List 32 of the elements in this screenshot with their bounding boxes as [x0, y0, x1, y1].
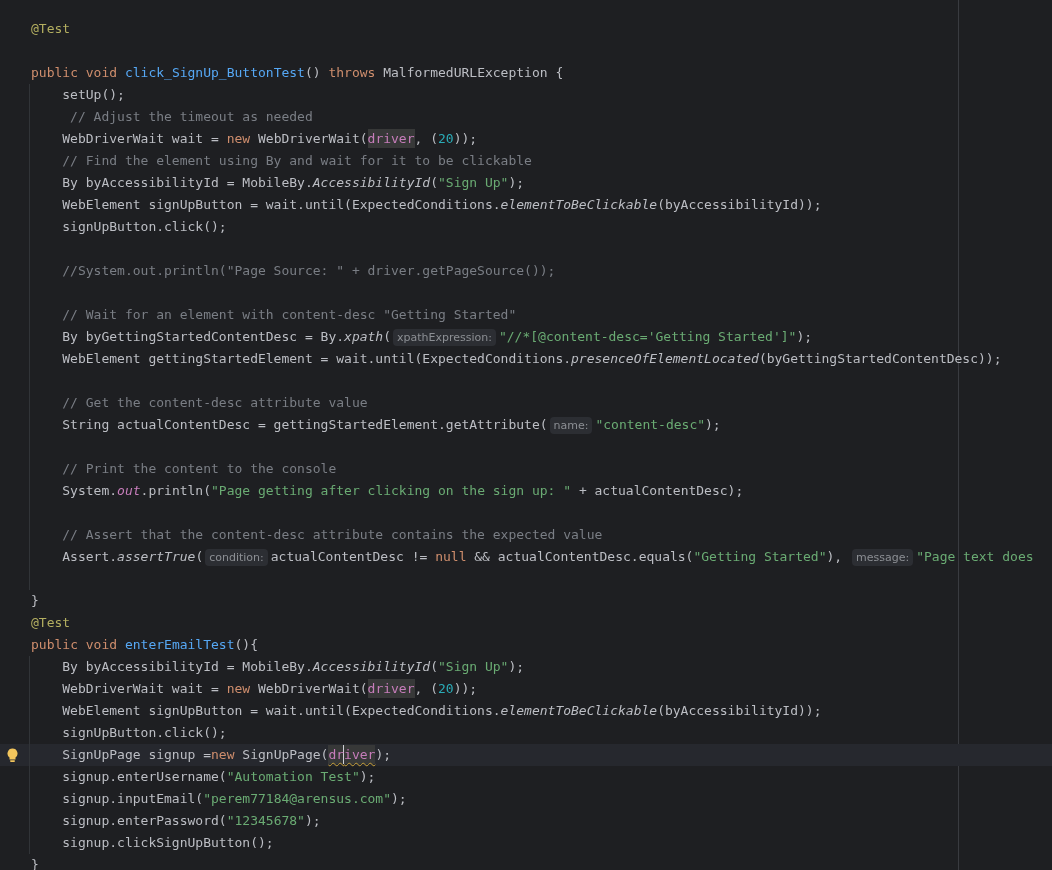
code-line: signup.inputEmail("perem77184@arensus.com"); [62, 790, 407, 808]
code-line: String actualContentDesc = gettingStartedElement.getAttribute( name: "content-desc"); [62, 416, 721, 436]
code-line: signup.enterUsername("Automation Test"); [62, 768, 376, 786]
code-line: // Get the content-desc attribute value [62, 394, 368, 412]
code-line: @Test [31, 20, 71, 38]
code-line: By byAccessibilityId = MobileBy.AccessibilityId("Sign Up"); [62, 174, 525, 192]
code-line: signup.clickSignUpButton(); [62, 834, 274, 852]
code-line: WebElement gettingStartedElement = wait.until(ExpectedConditions.presenceOfElementLocated(byGettingStartedContentDesc)); [62, 350, 1002, 368]
code-line: System.out.println("Page getting after clicking on the sign up: " + actualContentDesc); [62, 482, 744, 500]
code-line: WebDriverWait wait = new WebDriverWait(driver, (20)); [62, 678, 478, 700]
code-line: // Print the content to the console [62, 460, 337, 478]
code-line: WebElement signUpButton = wait.until(ExpectedConditions.elementToBeClickable(byAccessibilityId)); [62, 196, 822, 214]
code-line: setUp(); [62, 86, 125, 104]
code-line: // Adjust the timeout as needed [69, 108, 313, 126]
code-line: // Find the element using By and wait for it to be clickable [62, 152, 532, 170]
code-line: signUpButton.click(); [62, 218, 227, 236]
code-line: WebDriverWait wait = new WebDriverWait(driver, (20)); [62, 128, 478, 150]
code-line: Assert.assertTrue( condition: actualContentDesc != null && actualContentDesc.equals("Getting Started"), message: "Page text does [62, 548, 1034, 568]
code-line: By byGettingStartedContentDesc = By.xpath( xpathExpression: "//*[@content-desc='Getting Started']"); [62, 328, 813, 348]
code-line: signup.enterPassword("12345678"); [62, 812, 321, 830]
code-editor[interactable] [0, 0, 1052, 870]
code-line: signUpButton.click(); [62, 724, 227, 742]
code-line: By byAccessibilityId = MobileBy.AccessibilityId("Sign Up"); [62, 658, 525, 676]
code-line: public void click_SignUp_ButtonTest() throws MalformedURLException { [31, 64, 564, 82]
code-line: // Assert that the content-desc attribute contains the expected value [62, 526, 603, 544]
lightbulb-icon[interactable] [7, 747, 18, 763]
code-line: } [31, 592, 39, 610]
code-line: //System.out.println("Page Source: " + driver.getPageSource()); [62, 262, 556, 280]
code-line: // Wait for an element with content-desc "Getting Started" [62, 306, 517, 324]
code-line: public void enterEmailTest(){ [31, 636, 258, 654]
code-line: WebElement signUpButton = wait.until(ExpectedConditions.elementToBeClickable(byAccessibilityId)); [62, 702, 822, 720]
code-line: @Test [31, 614, 71, 632]
